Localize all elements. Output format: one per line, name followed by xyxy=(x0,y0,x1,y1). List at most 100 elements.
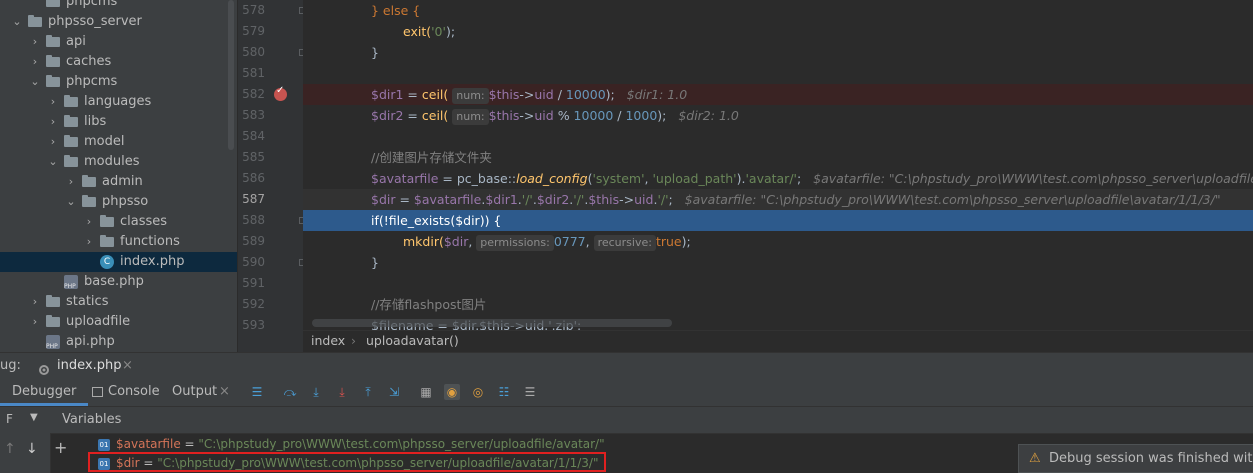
line-number[interactable]: 582 xyxy=(225,84,265,105)
tree-item-statics[interactable]: › statics xyxy=(0,292,237,312)
line-number[interactable]: 591 xyxy=(225,273,265,294)
add-watch-icon[interactable]: + xyxy=(54,438,67,457)
code-line-586[interactable]: $avatarfile = pc_base::load_config('syst… xyxy=(303,168,1253,189)
tree-item-label: admin xyxy=(102,174,143,189)
down-arrow-icon[interactable]: ↓ xyxy=(26,441,38,457)
line-number[interactable]: 587 xyxy=(225,189,265,210)
step-over-icon[interactable]: ⤼ xyxy=(282,384,298,400)
chevron-icon[interactable]: › xyxy=(30,52,40,72)
tree-item-api-php[interactable]: api.php xyxy=(0,332,237,352)
breadcrumb-class[interactable]: index xyxy=(311,331,345,351)
tab-console[interactable]: Console xyxy=(108,378,160,406)
variable-row[interactable]: 01 $avatarfile = "C:\phpstudy_pro\WWW\tes… xyxy=(98,434,605,454)
tree-item-model[interactable]: › model xyxy=(0,132,237,152)
breakpoints-icon[interactable]: ◎ xyxy=(470,384,486,400)
tree-item-libs[interactable]: › libs xyxy=(0,112,237,132)
settings-list-icon[interactable]: ☰ xyxy=(522,384,538,400)
line-number[interactable]: 588 xyxy=(225,210,265,231)
code-line-583[interactable]: $dir2 = ceil( num: $this->uid % 10000 / 1… xyxy=(303,105,1253,126)
breadcrumb-method[interactable]: uploadavatar() xyxy=(366,331,459,351)
chevron-icon[interactable]: › xyxy=(48,92,58,112)
list-icon[interactable]: ☷ xyxy=(496,384,512,400)
line-number[interactable]: 589 xyxy=(225,231,265,252)
chevron-icon[interactable]: › xyxy=(84,232,94,252)
tree-item-phpcms[interactable]: ⌄ phpcms xyxy=(0,72,237,92)
chevron-icon[interactable]: ⌄ xyxy=(12,12,22,32)
code-line-588-current[interactable]: if(!file_exists($dir)) { xyxy=(303,210,1253,231)
param-hint: num: xyxy=(452,109,489,125)
code-line-587[interactable]: $dir = $avatarfile.$dir1.'/'.$dir2.'/'.$… xyxy=(303,189,1253,210)
tree-item-phpsso-server[interactable]: ⌄ phpsso_server xyxy=(0,12,237,32)
tree-item-phpcms[interactable]: phpcms xyxy=(0,0,237,12)
code-token: exit( xyxy=(403,24,432,39)
line-number[interactable]: 585 xyxy=(225,147,265,168)
step-into-icon[interactable]: ⤓ xyxy=(308,384,324,400)
line-number[interactable]: 586 xyxy=(225,168,265,189)
debug-session-tab[interactable]: index.php xyxy=(57,353,121,379)
tree-item-modules[interactable]: ⌄ modules xyxy=(0,152,237,172)
project-tree[interactable]: phpcms ⌄ phpsso_server › api › caches ⌄ phpcms › l… xyxy=(0,0,237,352)
code-token: $dir2 xyxy=(536,192,570,207)
tree-item-phpsso[interactable]: ⌄ phpsso xyxy=(0,192,237,212)
tree-item-caches[interactable]: › caches xyxy=(0,52,237,72)
chevron-icon[interactable]: › xyxy=(30,292,40,312)
line-number[interactable]: 581 xyxy=(225,63,265,84)
line-number[interactable]: 593 xyxy=(225,315,265,336)
tree-item-admin[interactable]: › admin xyxy=(0,172,237,192)
close-icon[interactable]: × xyxy=(122,353,133,379)
line-number[interactable]: 584 xyxy=(225,126,265,147)
line-number[interactable]: 583 xyxy=(225,105,265,126)
tree-item-api[interactable]: › api xyxy=(0,32,237,52)
code-line-590[interactable]: } xyxy=(303,252,1253,273)
tree-item-uploadfile[interactable]: › uploadfile xyxy=(0,312,237,332)
chevron-icon[interactable]: ⌄ xyxy=(48,152,58,172)
tab-output[interactable]: Output xyxy=(172,378,217,406)
tree-item-languages[interactable]: › languages xyxy=(0,92,237,112)
chevron-icon[interactable]: › xyxy=(48,112,58,132)
code-line-582[interactable]: $dir1 = ceil( num: $this->uid / 10000); $… xyxy=(303,84,1253,105)
show-execution-point-icon[interactable]: ☰ xyxy=(249,384,265,400)
run-to-cursor-icon[interactable]: ⇲ xyxy=(386,384,402,400)
line-number[interactable]: 579 xyxy=(225,21,265,42)
code-line-578[interactable]: } else { xyxy=(303,0,1253,21)
line-number[interactable]: 578 xyxy=(225,0,265,21)
debug-label: ug: xyxy=(0,358,21,373)
tree-item-functions[interactable]: › functions xyxy=(0,232,237,252)
line-number[interactable]: 592 xyxy=(225,294,265,315)
step-out-icon[interactable]: ⤒ xyxy=(360,384,376,400)
tree-item-index-php[interactable]: Cindex.php xyxy=(0,252,237,272)
chevron-icon[interactable]: › xyxy=(84,212,94,232)
tab-debugger[interactable]: Debugger xyxy=(0,378,89,406)
chevron-icon[interactable]: › xyxy=(30,312,40,332)
code-line-592[interactable]: //存储flashpost图片 xyxy=(303,294,1253,315)
chevron-icon[interactable]: › xyxy=(48,132,58,152)
up-arrow-icon[interactable]: ↑ xyxy=(4,441,16,457)
code-token: uid xyxy=(634,192,654,207)
chevron-icon[interactable]: › xyxy=(30,32,40,52)
frames-dropdown[interactable]: F xyxy=(6,412,13,426)
chevron-icon[interactable]: › xyxy=(66,172,76,192)
code-line-579[interactable]: exit('0'); xyxy=(303,21,1253,42)
folder-icon xyxy=(64,115,78,127)
code-line-585[interactable]: //创建图片存储文件夹 xyxy=(303,147,1253,168)
chevron-icon[interactable]: ⌄ xyxy=(30,72,40,92)
code-token: $this xyxy=(488,87,520,102)
notification-toast[interactable]: ⚠ Debug session was finished with xyxy=(1018,444,1253,473)
chevron-down-icon[interactable]: ▼ xyxy=(30,412,38,423)
code-editor[interactable]: } else { exit('0'); } $dir1 = ceil( num:… xyxy=(303,0,1253,330)
horizontal-scrollbar[interactable] xyxy=(312,319,672,327)
code-line-580[interactable]: } xyxy=(303,42,1253,63)
breakpoint-icon[interactable] xyxy=(274,85,287,101)
close-icon[interactable]: × xyxy=(219,378,230,406)
tree-item-base-php[interactable]: base.php xyxy=(0,272,237,292)
watch-icon[interactable]: ◉ xyxy=(444,384,460,400)
line-number[interactable]: 590 xyxy=(225,252,265,273)
param-hint: recursive: xyxy=(593,235,656,251)
line-number-gutter[interactable]: 578 579 580 581 582 583 584 585 586 587 588 589 590 5… xyxy=(237,0,306,352)
tree-item-classes[interactable]: › classes xyxy=(0,212,237,232)
line-number[interactable]: 580 xyxy=(225,42,265,63)
chevron-icon[interactable]: ⌄ xyxy=(66,192,76,212)
force-step-into-icon[interactable]: ⤓ xyxy=(334,384,350,400)
evaluate-expression-icon[interactable]: ▦ xyxy=(418,384,434,400)
code-line-589[interactable]: mkdir($dir, permissions: 0777, recursive:… xyxy=(303,231,1253,252)
